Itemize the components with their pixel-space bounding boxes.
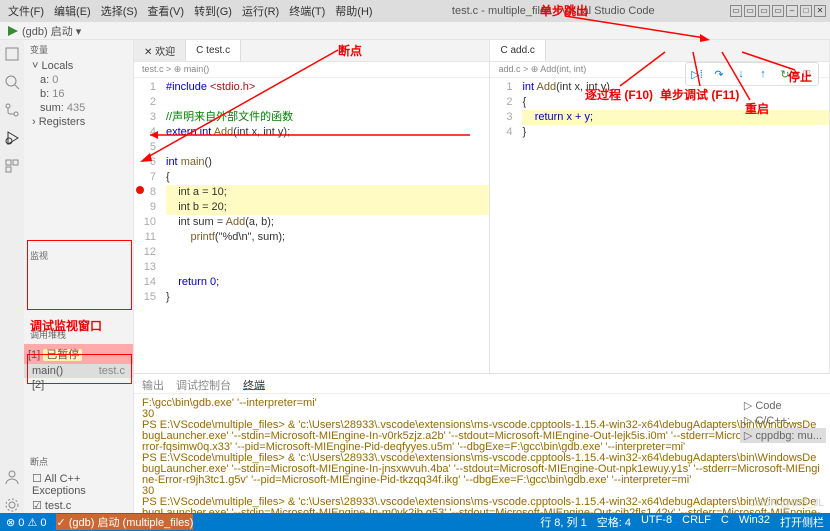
debug-controls: ▷⁞ ↷ ↓ ↑ ↻ □: [685, 62, 819, 86]
layout-icon[interactable]: ▭: [744, 5, 756, 17]
var-a[interactable]: a: 0: [24, 73, 133, 87]
menu-select[interactable]: 选择(S): [97, 1, 142, 21]
menu-help[interactable]: 帮助(H): [331, 1, 376, 21]
bp-testc[interactable]: ☑ test.c: [24, 498, 133, 513]
status-encoding[interactable]: UTF-8: [641, 514, 672, 530]
status-bar: ⊗ 0 ⚠ 0 ✓ (gdb) 启动 (multiple_files) 行 8,…: [0, 513, 830, 531]
var-sum[interactable]: sum: 435: [24, 101, 133, 115]
locals-group[interactable]: ˅ Locals: [24, 59, 133, 73]
debug-toolbar: (gdb) 启动 ▾: [0, 22, 830, 40]
window-title: test.c - multiple_files - Visual Studio …: [377, 5, 730, 17]
step-out-button[interactable]: ↑: [754, 65, 772, 83]
terminal-panel: 输出 调试控制台 终端 F:\gcc\bin\gdb.exe' '--inter…: [134, 373, 830, 513]
status-sidebar[interactable]: 打开侧栏: [780, 514, 824, 530]
tab-bar-right: C add.c: [490, 40, 829, 62]
status-lang[interactable]: C: [721, 514, 729, 530]
menu-goto[interactable]: 转到(G): [190, 1, 236, 21]
tab-welcome[interactable]: ✕ 欢迎: [134, 40, 186, 61]
menu-file[interactable]: 文件(F): [4, 1, 48, 21]
restart-button[interactable]: ↻: [776, 65, 794, 83]
scm-icon[interactable]: [4, 102, 20, 118]
layout-icon[interactable]: ▭: [758, 5, 770, 17]
step-over-button[interactable]: ↷: [710, 65, 728, 83]
maximize-icon[interactable]: □: [800, 5, 812, 17]
minimize-icon[interactable]: –: [786, 5, 798, 17]
titlebar: 文件(F) 编辑(E) 选择(S) 查看(V) 转到(G) 运行(R) 终端(T…: [0, 0, 830, 22]
status-problems[interactable]: ⊗ 0 ⚠ 0: [6, 516, 46, 529]
stop-button[interactable]: □: [798, 65, 816, 83]
breadcrumb-left[interactable]: test.c > ⊕ main(): [134, 62, 489, 78]
tab-terminal[interactable]: 终端: [243, 377, 265, 390]
account-icon[interactable]: [4, 469, 20, 485]
status-cursor[interactable]: 行 8, 列 1: [540, 514, 586, 530]
play-icon[interactable]: [8, 26, 18, 36]
breakpoints-section[interactable]: 断点: [24, 452, 133, 471]
terminal-list: ▷ Code ▷ C/C++: ... ▷ cppdbg: mu...: [740, 398, 826, 443]
registers-group[interactable]: › Registers: [24, 115, 133, 129]
terminal-tabs: 输出 调试控制台 终端: [134, 374, 830, 394]
watermark: CSDN @GIS_JL: [749, 498, 824, 509]
layout-icon[interactable]: ▭: [730, 5, 742, 17]
tab-output[interactable]: 输出: [142, 377, 164, 390]
search-icon[interactable]: [4, 74, 20, 90]
anno-paused-box: [27, 354, 132, 384]
status-indent[interactable]: 空格: 4: [597, 514, 631, 530]
step-into-button[interactable]: ↓: [732, 65, 750, 83]
debug-icon[interactable]: [4, 130, 20, 146]
breakpoint-marker[interactable]: [136, 186, 144, 194]
tab-debug-console[interactable]: 调试控制台: [176, 377, 231, 390]
term-item[interactable]: ▷ C/C++: ...: [740, 413, 826, 428]
tab-testc[interactable]: C test.c: [186, 40, 241, 61]
activity-bar: [0, 40, 24, 513]
layout-icon[interactable]: ▭: [772, 5, 784, 17]
gear-icon[interactable]: [4, 497, 20, 513]
menu-view[interactable]: 查看(V): [143, 1, 188, 21]
callstack-section[interactable]: 调用堆栈: [24, 325, 133, 344]
var-b[interactable]: b: 16: [24, 87, 133, 101]
terminal-output[interactable]: F:\gcc\bin\gdb.exe' '--interpreter=mi' 3…: [134, 394, 830, 513]
close-icon[interactable]: ✕: [814, 5, 826, 17]
tab-bar-left: ✕ 欢迎 C test.c: [134, 40, 489, 62]
explorer-icon[interactable]: [4, 46, 20, 62]
status-platform[interactable]: Win32: [739, 514, 770, 530]
debug-config[interactable]: (gdb) 启动 ▾: [22, 23, 81, 39]
menu-bar: 文件(F) 编辑(E) 选择(S) 查看(V) 转到(G) 运行(R) 终端(T…: [4, 1, 377, 21]
bp-exceptions[interactable]: ☐ All C++ Exceptions: [24, 471, 133, 498]
window-controls: ▭ ▭ ▭ ▭ – □ ✕: [730, 5, 826, 17]
menu-edit[interactable]: 编辑(E): [50, 1, 95, 21]
tab-addc[interactable]: C add.c: [490, 40, 545, 61]
continue-button[interactable]: ▷⁞: [688, 65, 706, 83]
anno-watch-box: [27, 240, 132, 310]
variables-section[interactable]: 变量: [24, 40, 133, 59]
menu-run[interactable]: 运行(R): [238, 1, 283, 21]
status-debug[interactable]: ✓ (gdb) 启动 (multiple_files): [56, 514, 193, 530]
status-eol[interactable]: CRLF: [682, 514, 711, 530]
term-item[interactable]: ▷ cppdbg: mu...: [740, 428, 826, 443]
term-item[interactable]: ▷ Code: [740, 398, 826, 413]
menu-terminal[interactable]: 终端(T): [285, 1, 329, 21]
extensions-icon[interactable]: [4, 158, 20, 174]
